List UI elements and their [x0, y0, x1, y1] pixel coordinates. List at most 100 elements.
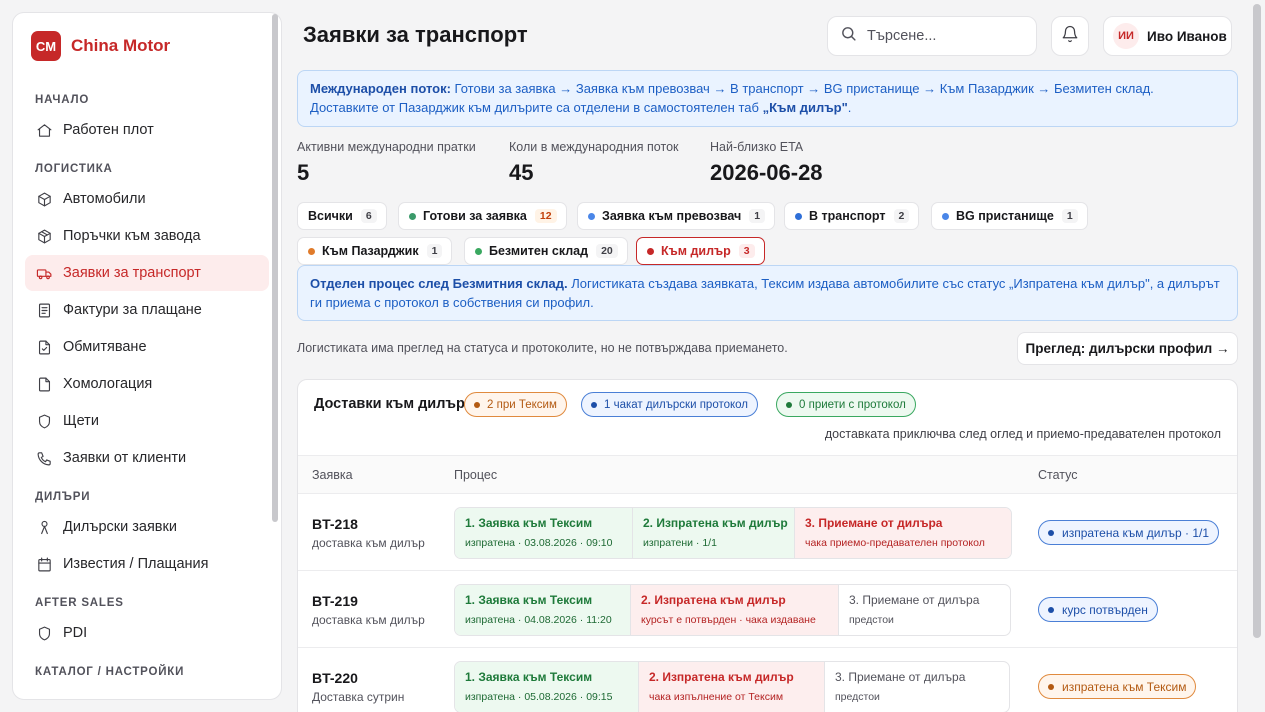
calendar-icon	[35, 555, 53, 573]
filter-chip[interactable]: BG пристанище 1	[931, 202, 1088, 230]
sidebar-item[interactable]: Щети	[25, 403, 269, 439]
sidebar-item[interactable]: Дилърски заявки	[25, 509, 269, 545]
stat-label: Коли в международния поток	[509, 140, 679, 154]
box-icon	[35, 190, 53, 208]
step-detail: изпратена · 05.08.2026 · 09:15	[465, 691, 613, 703]
filter-chip-label: BG пристанище	[956, 209, 1054, 223]
sidebar-item[interactable]: Фактури за плащане	[25, 292, 269, 328]
sidebar-item[interactable]: Заявки за транспорт	[25, 255, 269, 291]
status-dot	[1048, 529, 1054, 536]
info-bold-2: „Към дилър"	[762, 100, 848, 115]
request-id[interactable]: BT-218	[312, 516, 358, 532]
process-step: 2. Изпратена към дилър курсът е потвърде…	[631, 585, 839, 635]
status-dot	[795, 212, 802, 220]
status-badge[interactable]: изпратена към дилър · 1/1	[1038, 520, 1220, 545]
sidebar-item[interactable]: Заявки от клиенти	[25, 440, 269, 476]
sidebar-section-label: AFTER SALES	[35, 597, 124, 609]
sidebar-item-label: Работен плот	[63, 122, 154, 138]
user-menu[interactable]: ИИ Иво Иванов	[1103, 16, 1232, 56]
process-step: 2. Изпратена към дилър изпратени · 1/1	[633, 508, 795, 558]
dealer-process-info: Отделен процес след Безмитния склад. Лог…	[297, 265, 1238, 321]
dealer-profile-view-button[interactable]: Преглед: дилърски профил →	[1017, 332, 1238, 365]
shield-icon	[35, 412, 53, 430]
step-title: 1. Заявка към Тексим	[465, 670, 593, 684]
filter-chip-label: Към дилър	[661, 244, 731, 258]
sidebar-item[interactable]: Автомобили	[25, 181, 269, 217]
summary-pill[interactable]: 2 при Тексим	[464, 392, 567, 417]
status-dot	[786, 401, 792, 408]
step-detail: предстои	[849, 614, 894, 626]
sidebar-scrollbar[interactable]	[272, 14, 278, 522]
package-icon	[35, 227, 53, 245]
card-title: Доставки към дилър	[314, 396, 465, 412]
sidebar-item[interactable]: PDI	[25, 615, 269, 651]
filter-chip[interactable]: Заявка към превозвач 1	[577, 202, 776, 230]
filter-chip-label: Заявка към превозвач	[602, 209, 742, 223]
filter-chip-label: Всички	[308, 209, 353, 223]
sidebar-item[interactable]: Хомологация	[25, 366, 269, 402]
process-step: 3. Приемане от дилъра предстои	[825, 662, 1009, 712]
process-steps: 1. Заявка към Тексим изпратена · 03.08.2…	[454, 507, 1012, 559]
process-step: 3. Приемане от дилъра предстои	[839, 585, 1010, 635]
stat-value: 5	[297, 160, 310, 185]
page-scrollbar[interactable]	[1253, 4, 1261, 638]
sidebar-item-label: Поръчки към завода	[63, 228, 201, 244]
process-steps: 1. Заявка към Тексим изпратена · 05.08.2…	[454, 661, 1010, 712]
sidebar-item-label: Известия / Плащания	[63, 556, 209, 572]
step-title: 3. Приемане от дилъра	[849, 593, 980, 607]
process-step: 1. Заявка към Тексим изпратена · 04.08.2…	[455, 585, 631, 635]
status-dot	[647, 247, 654, 255]
file-icon	[35, 375, 53, 393]
home-icon	[35, 121, 53, 139]
filter-chip-count: 3	[738, 244, 755, 258]
table-row[interactable]: BT-218 доставка към дилър 1. Заявка към Т…	[298, 494, 1237, 571]
sidebar-nav: НАЧАЛО Работен плот ЛОГИСТИКА Автомобили Пор…	[25, 89, 269, 683]
search-box[interactable]	[827, 16, 1037, 56]
phone-icon	[35, 449, 53, 467]
sidebar-item-label: Хомологация	[63, 376, 153, 392]
filter-chip[interactable]: В транспорт 2	[784, 202, 920, 230]
status-badge[interactable]: курс потвърден	[1038, 597, 1158, 622]
column-header-process: Процес	[454, 468, 498, 482]
sidebar-item[interactable]: Работен плот	[25, 112, 269, 148]
sidebar-item[interactable]: Поръчки към завода	[25, 218, 269, 254]
filter-chip-label: Безмитен склад	[489, 244, 589, 258]
step-detail: изпратена · 04.08.2026 · 11:20	[465, 614, 612, 626]
sidebar-item[interactable]: Известия / Плащания	[25, 546, 269, 582]
truck-icon	[35, 264, 53, 282]
summary-pill[interactable]: 0 приети с протокол	[776, 392, 916, 417]
filter-chip[interactable]: Всички 6	[297, 202, 387, 230]
status-dot	[942, 212, 949, 220]
sidebar-item-label: PDI	[63, 625, 88, 641]
search-input[interactable]	[867, 28, 1017, 44]
info-text-3: .	[847, 100, 852, 115]
filter-chip[interactable]: Безмитен склад 20	[464, 237, 628, 265]
summary-pill[interactable]: 1 чакат дилърски протокол	[581, 392, 759, 417]
step-title: 1. Заявка към Тексим	[465, 516, 593, 530]
brand[interactable]: CM China Motor	[31, 31, 170, 61]
stat-value: 45	[509, 160, 534, 185]
filter-chip[interactable]: Готови за заявка 12	[398, 202, 567, 230]
status-dot	[409, 212, 416, 220]
status-label: изпратена към дилър · 1/1	[1062, 525, 1210, 540]
status-badge[interactable]: изпратена към Тексим	[1038, 674, 1197, 699]
info-text: Готови за заявка → Заявка към превозвач …	[450, 81, 1154, 96]
stat-active-shipments: Активни международни пратки 5	[297, 140, 476, 186]
request-id[interactable]: BT-220	[312, 670, 358, 686]
table-row[interactable]: BT-219 доставка към дилър 1. Заявка към Т…	[298, 571, 1237, 648]
filter-chip-count: 1	[749, 209, 766, 223]
filter-chip[interactable]: Към Пазарджик 1	[297, 237, 453, 265]
logistics-note: Логистиката има преглед на статуса и про…	[297, 341, 788, 355]
filter-chip[interactable]: Към дилър 3	[636, 237, 765, 265]
step-title: 3. Приемане от дилъра	[835, 670, 966, 684]
sidebar-item[interactable]: Обмитяване	[25, 329, 269, 365]
notifications-button[interactable]	[1051, 16, 1089, 56]
process-step: 1. Заявка към Тексим изпратена · 05.08.2…	[455, 662, 639, 712]
stat-label: Активни международни пратки	[297, 140, 476, 154]
step-title: 2. Изпратена към дилър	[649, 670, 794, 684]
shield-icon	[35, 624, 53, 642]
request-id[interactable]: BT-219	[312, 593, 358, 609]
sidebar-item-label: Обмитяване	[63, 339, 147, 355]
request-type: Доставка сутрин	[312, 690, 405, 704]
table-row[interactable]: BT-220 Доставка сутрин 1. Заявка към Текс…	[298, 648, 1237, 712]
